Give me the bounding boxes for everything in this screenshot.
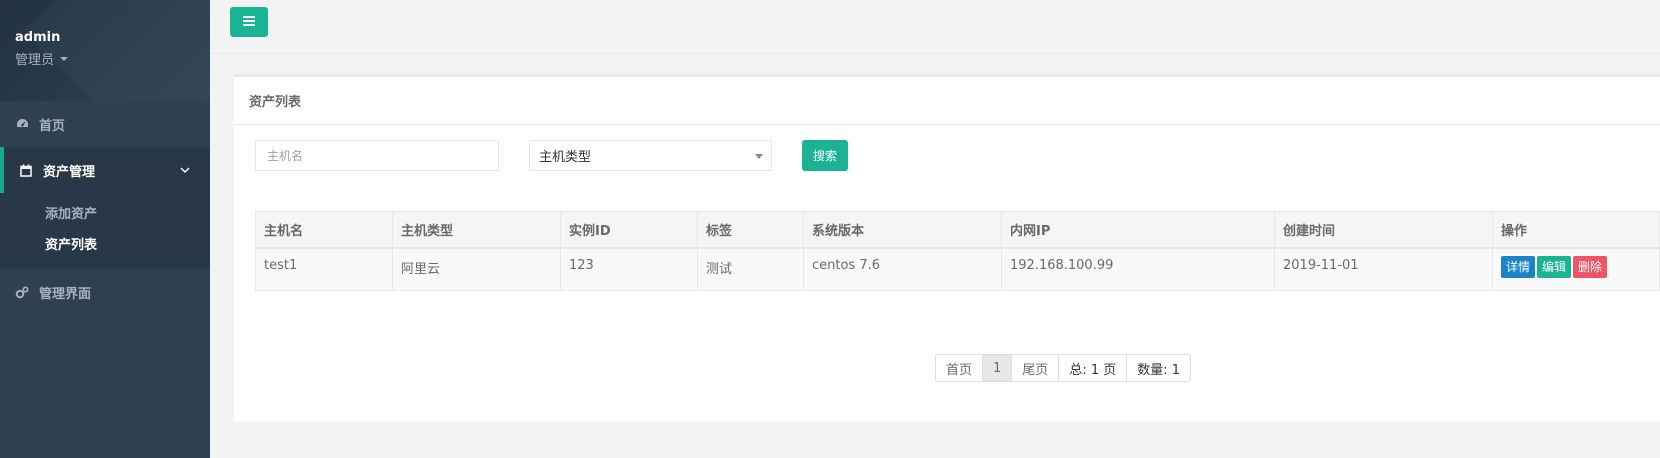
hamburger-icon (243, 15, 255, 30)
calendar-icon (19, 163, 33, 177)
record-count-info: 数量: 1 (1127, 355, 1191, 381)
nav-label-home: 首页 (39, 118, 66, 134)
nav-item-admin[interactable]: 管理界面 (0, 269, 210, 315)
cell-hostname: test1 (255, 247, 393, 291)
host-type-select[interactable]: 主机类型 (529, 140, 772, 171)
nav-item-asset-management[interactable]: 资产管理 (0, 147, 210, 193)
cell-host-type: 阿里云 (392, 247, 561, 291)
cell-private-ip: 192.168.100.99 (1001, 247, 1275, 291)
delete-button[interactable]: 删除 (1573, 255, 1608, 278)
top-navbar (210, 0, 1660, 54)
pagination: 首页 1 尾页 总: 1 页 数量: 1 (935, 354, 1192, 382)
dropdown-arrow-icon (755, 154, 763, 159)
search-button[interactable]: 搜索 (802, 140, 848, 171)
asset-table: 主机名 主机类型 实例ID 标签 系统版本 内网IP 创建时间 操作 test1… (255, 211, 1660, 291)
page-first-button[interactable]: 首页 (936, 355, 984, 381)
detail-button[interactable]: 详情 (1501, 255, 1536, 278)
page-number-current[interactable]: 1 (983, 355, 1013, 381)
cell-created-time: 2019-11-01 (1274, 247, 1493, 291)
table-header-row: 主机名 主机类型 实例ID 标签 系统版本 内网IP 创建时间 操作 (255, 211, 1660, 249)
page-last-button[interactable]: 尾页 (1012, 355, 1060, 381)
table-row: test1 阿里云 123 测试 centos 7.6 192.168.100.… (255, 247, 1660, 291)
column-header-created-time: 创建时间 (1274, 211, 1493, 249)
profile-username: admin (15, 30, 61, 45)
column-header-instance-id: 实例ID (560, 211, 698, 249)
column-header-os-version: 系统版本 (803, 211, 1002, 249)
caret-down-icon (60, 56, 69, 61)
column-header-actions: 操作 (1492, 211, 1660, 249)
cell-actions: 详情 编辑 删除 (1492, 247, 1660, 291)
dashboard-icon (15, 117, 29, 131)
cell-instance-id: 123 (560, 247, 698, 291)
sidebar-item-add-asset[interactable]: 添加资产 (0, 197, 210, 228)
column-header-private-ip: 内网IP (1001, 211, 1275, 249)
cell-tag: 测试 (697, 247, 804, 291)
host-type-select-value: 主机类型 (539, 150, 592, 165)
cell-os-version: centos 7.6 (803, 247, 1002, 291)
asset-list-panel: 资产列表 主机类型 搜索 主机名 主机类型 实例ID 标签 系统版本 内网IP … (234, 74, 1660, 422)
column-header-tag: 标签 (697, 211, 804, 249)
profile-role-dropdown[interactable]: 管理员 (15, 49, 210, 68)
hostname-search-input[interactable] (255, 140, 499, 171)
edit-button[interactable]: 编辑 (1537, 255, 1572, 278)
page-total-info: 总: 1 页 (1059, 355, 1128, 381)
chevron-down-icon (180, 163, 190, 178)
profile-area: admin 管理员 (0, 0, 210, 101)
profile-role-label: 管理员 (15, 53, 55, 68)
menu-toggle-button[interactable] (230, 7, 268, 37)
nav-label-asset-management: 资产管理 (43, 164, 96, 180)
panel-title: 资产列表 (234, 77, 1660, 125)
column-header-hostname: 主机名 (255, 211, 393, 249)
nav-label-admin: 管理界面 (39, 286, 92, 302)
sidebar-item-asset-list[interactable]: 资产列表 (0, 228, 210, 259)
cogs-icon (15, 285, 29, 299)
sidebar: admin 管理员 首页 资产管理 添加资产 资产列表 管理界面 (0, 0, 210, 458)
column-header-host-type: 主机类型 (392, 211, 561, 249)
nav-item-home[interactable]: 首页 (0, 101, 210, 147)
asset-submenu: 添加资产 资产列表 (0, 193, 210, 269)
